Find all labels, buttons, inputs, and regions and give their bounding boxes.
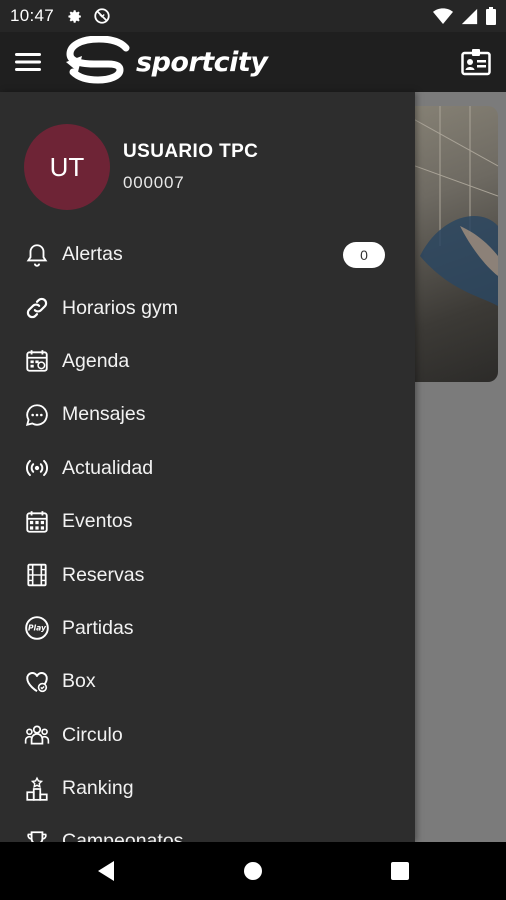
podium-icon — [22, 774, 52, 804]
broadcast-icon — [22, 453, 52, 483]
wifi-icon — [433, 7, 453, 24]
settings-icon — [68, 9, 81, 23]
menu-item-alertas[interactable]: Alertas 0 — [0, 228, 415, 281]
avatar-initials: UT — [49, 151, 85, 182]
menu-item-agenda[interactable]: Agenda — [0, 335, 415, 388]
menu-item-eventos[interactable]: Eventos — [0, 495, 415, 548]
heart-check-icon — [22, 667, 52, 697]
film-strip-icon — [22, 560, 52, 590]
menu-item-label: Box — [62, 670, 96, 693]
menu-item-label: Campeonatos — [62, 830, 184, 842]
back-icon — [98, 861, 114, 881]
home-button[interactable] — [180, 842, 327, 900]
drawer-menu-list: Alertas 0 Horarios gym Agenda Mensajes A… — [0, 228, 415, 842]
menu-item-circulo[interactable]: Circulo — [0, 709, 415, 762]
id-card-button[interactable] — [446, 32, 506, 92]
menu-item-mensajes[interactable]: Mensajes — [0, 388, 415, 441]
brand-name: sportcity — [136, 46, 268, 78]
group-icon — [22, 720, 52, 750]
signal-icon — [461, 8, 478, 24]
menu-item-label: Mensajes — [62, 403, 146, 426]
menu-item-box[interactable]: Box — [0, 655, 415, 708]
menu-item-label: Reservas — [62, 563, 145, 586]
user-header[interactable]: UT USUARIO TPC 000007 — [24, 124, 258, 210]
menu-item-campeonatos[interactable]: Campeonatos — [0, 815, 415, 842]
menu-item-label: Actualidad — [62, 456, 154, 479]
status-time: 10:47 — [10, 6, 55, 25]
menu-item-label: Ranking — [62, 777, 134, 800]
user-info: USUARIO TPC 000007 — [123, 141, 258, 193]
user-name: USUARIO TPC — [123, 141, 259, 162]
system-nav-bar — [0, 842, 506, 900]
chat-bubble-icon — [22, 400, 52, 430]
menu-item-label: Partidas — [62, 616, 134, 639]
play-badge-icon: Play — [22, 613, 52, 643]
app-bar: sportcity — [0, 32, 506, 92]
status-bar: 10:47 — [0, 0, 506, 32]
hamburger-menu-icon — [15, 53, 41, 71]
calendar-grid-icon — [22, 507, 52, 537]
do-not-disturb-icon — [94, 8, 110, 24]
menu-item-label: Agenda — [62, 349, 130, 372]
back-button[interactable] — [33, 842, 180, 900]
trophy-icon — [22, 827, 52, 842]
hamburger-menu-button[interactable] — [0, 32, 56, 92]
sportcity-s-logo-icon — [66, 36, 130, 84]
link-icon — [22, 293, 52, 323]
recents-button[interactable] — [327, 842, 474, 900]
user-id: 000007 — [123, 173, 185, 192]
home-icon — [244, 862, 262, 880]
menu-item-ranking[interactable]: Ranking — [0, 762, 415, 815]
sportcity-logo: sportcity — [64, 36, 268, 88]
calendar-icon — [22, 346, 52, 376]
menu-item-reservas[interactable]: Reservas — [0, 548, 415, 601]
id-card-icon — [461, 49, 491, 76]
alert-count-badge: 0 — [343, 242, 385, 268]
menu-item-partidas[interactable]: Play Partidas — [0, 602, 415, 655]
menu-item-horarios-gym[interactable]: Horarios gym — [0, 281, 415, 334]
menu-item-label: Alertas — [62, 243, 123, 266]
svg-text:Play: Play — [28, 624, 47, 633]
navigation-drawer: UT USUARIO TPC 000007 Alertas 0 Horarios… — [0, 92, 415, 842]
menu-item-actualidad[interactable]: Actualidad — [0, 442, 415, 495]
menu-item-label: Eventos — [62, 510, 133, 533]
bell-icon — [22, 240, 52, 270]
menu-item-label: Circulo — [62, 723, 123, 746]
menu-item-label: Horarios gym — [62, 296, 178, 319]
battery-icon — [486, 7, 496, 25]
avatar: UT — [24, 124, 110, 210]
recents-icon — [391, 862, 409, 880]
